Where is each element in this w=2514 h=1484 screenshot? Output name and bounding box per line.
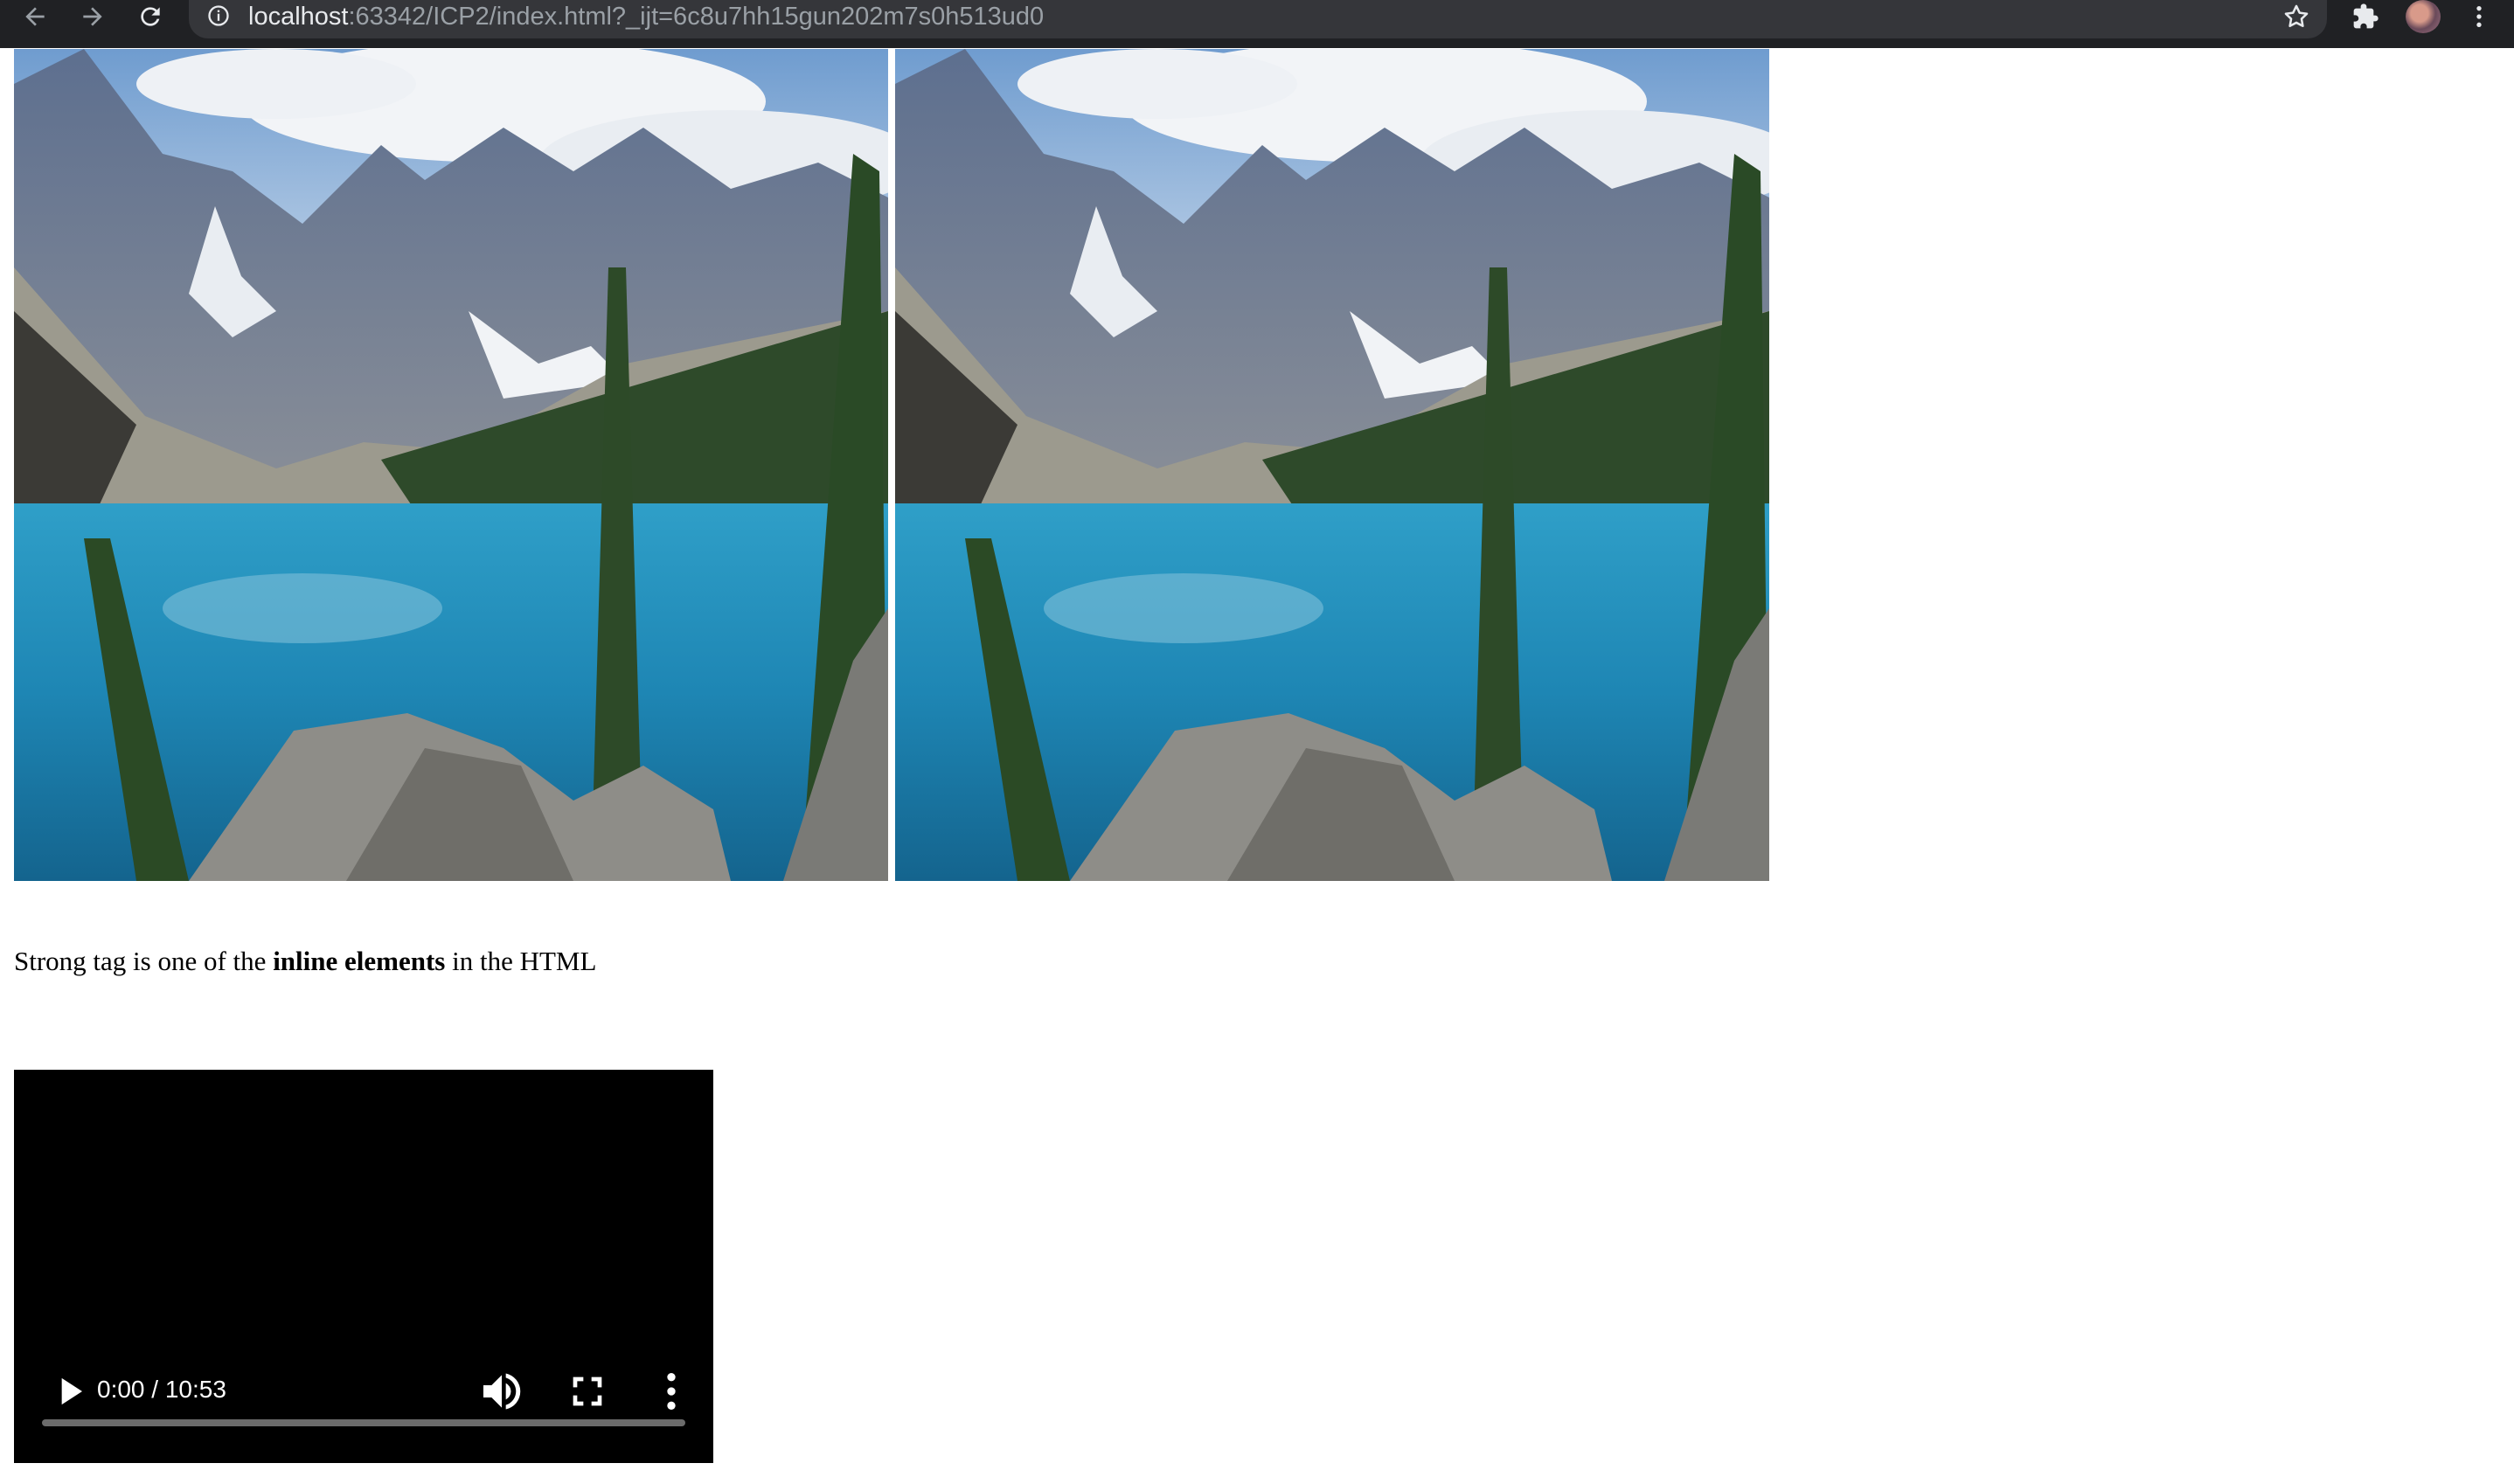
arrow-right-icon: [83, 7, 102, 26]
address-bar[interactable]: localhost:63342/ICP2/index.html?_ijt=6c8…: [189, 0, 2327, 38]
url-host: localhost: [248, 3, 349, 31]
reload-button[interactable]: [131, 0, 170, 33]
video-time: 0:00 / 10:53: [97, 1376, 226, 1403]
profile-avatar[interactable]: [2406, 0, 2441, 33]
paragraph-text-after: in the HTML: [445, 946, 597, 976]
video-player[interactable]: 0:00 / 10:53: [14, 1070, 713, 1463]
video-progress-bar[interactable]: [42, 1419, 685, 1426]
strong-text: inline elements: [273, 946, 446, 976]
paragraph-text-before: Strong tag is one of the: [14, 946, 274, 976]
url-path: :63342/ICP2/index.html?_ijt=6c8u7hh15gun…: [348, 3, 1045, 31]
fullscreen-icon[interactable]: [563, 1367, 612, 1416]
browser-toolbar: localhost:63342/ICP2/index.html?_ijt=6c8…: [0, 0, 2514, 48]
url-text[interactable]: localhost:63342/ICP2/index.html?_ijt=6c8…: [248, 0, 1044, 33]
landscape-image-2: [895, 49, 1769, 881]
volume-icon[interactable]: [477, 1367, 526, 1416]
forward-button[interactable]: [73, 0, 112, 33]
play-icon[interactable]: [45, 1367, 94, 1416]
strong-tag-paragraph: Strong tag is one of the inline elements…: [14, 946, 596, 977]
reload-icon: [141, 7, 160, 26]
back-button[interactable]: [16, 0, 54, 33]
extensions-button[interactable]: [2346, 0, 2385, 33]
star-icon[interactable]: [2281, 2, 2311, 31]
info-icon[interactable]: [206, 3, 231, 28]
more-vert-icon: [2476, 6, 2482, 27]
arrow-left-icon: [25, 7, 45, 26]
browser-menu-button[interactable]: [2460, 0, 2498, 33]
puzzle-icon: [2353, 3, 2379, 29]
more-vert-icon[interactable]: [647, 1367, 696, 1416]
landscape-image-1: [14, 49, 888, 881]
